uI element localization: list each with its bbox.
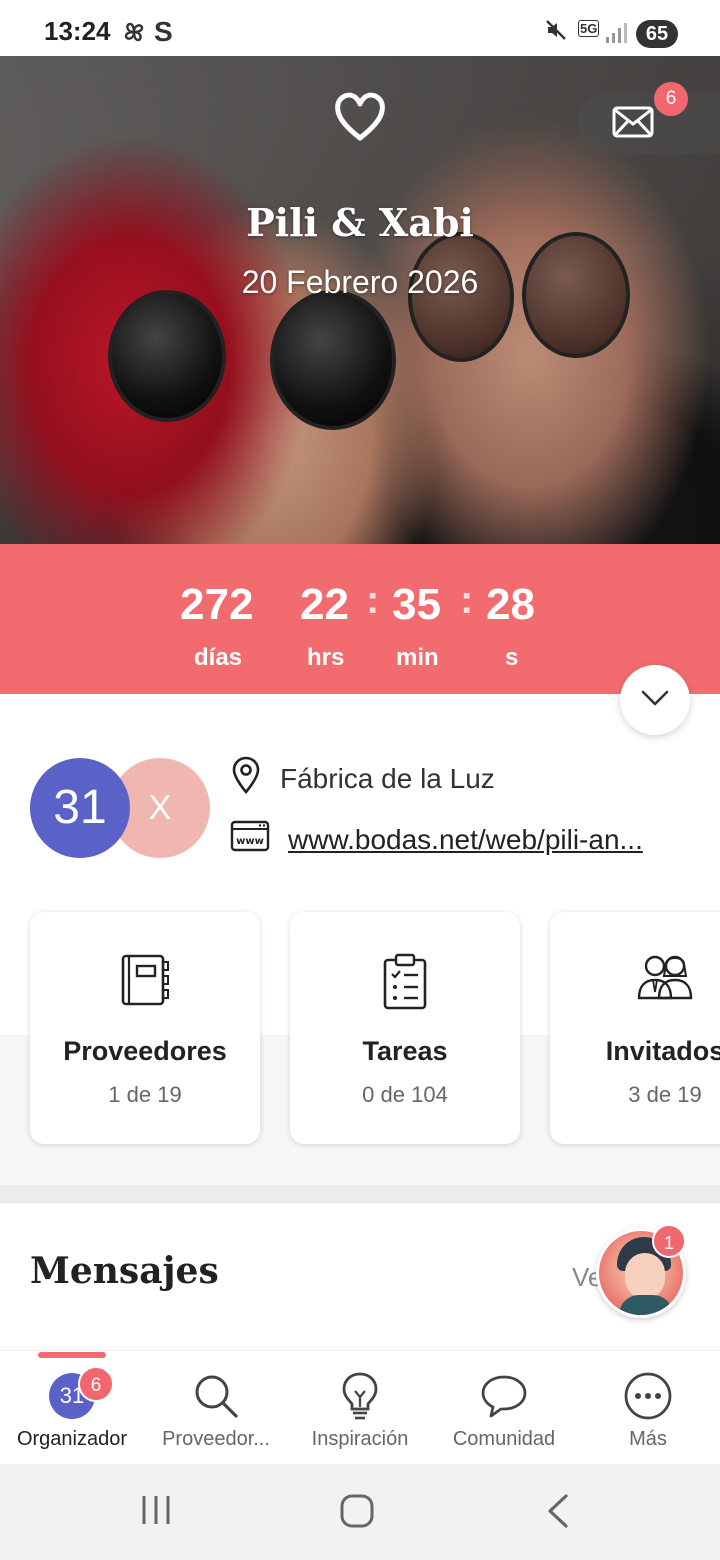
tab-label: Proveedor... <box>162 1428 270 1450</box>
battery-indicator: 65 <box>636 20 678 48</box>
organizador-badge: 6 <box>78 1366 114 1402</box>
website-link[interactable]: www.bodas.net/web/pili-an... <box>288 824 643 856</box>
messages-title: Mensajes <box>30 1250 219 1292</box>
card-progress: 3 de 19 <box>628 1082 702 1107</box>
card-proveedores[interactable]: Proveedores 1 de 19 <box>30 912 260 1144</box>
calendar-day-avatar[interactable]: 31 <box>30 758 130 858</box>
guests-icon <box>550 952 720 1000</box>
tab-label: Inspiración <box>311 1428 409 1450</box>
lightbulb-icon <box>288 1370 432 1422</box>
expand-button[interactable] <box>620 665 690 735</box>
search-icon <box>144 1370 288 1422</box>
assistant-badge: 1 <box>652 1224 686 1258</box>
tab-inspiracion[interactable]: Inspiración <box>288 1370 432 1451</box>
card-title: Proveedores <box>63 1036 227 1066</box>
recent-apps-icon[interactable] <box>138 1492 174 1533</box>
tab-comunidad[interactable]: Comunidad <box>432 1370 576 1451</box>
www-icon: www <box>230 820 270 859</box>
card-invitados[interactable]: Invitados 3 de 19 <box>550 912 720 1144</box>
countdown-days: 272 <box>180 580 254 629</box>
mute-icon <box>544 18 568 48</box>
envelope-icon <box>612 106 654 143</box>
countdown-banner: 272 22 : 35 : 28 días hrs min s <box>0 544 720 694</box>
countdown-seconds: 28 <box>486 580 535 629</box>
wedding-date: 20 Febrero 2026 <box>241 264 479 300</box>
tab-label: Más <box>629 1428 667 1450</box>
chevron-down-icon <box>640 689 670 712</box>
countdown-hours-label: hrs <box>307 644 345 671</box>
sunglasses-left-2 <box>270 290 396 430</box>
section-divider <box>0 1185 720 1203</box>
more-icon <box>576 1370 720 1422</box>
tab-organizador[interactable]: 31 6 Organizador <box>0 1366 144 1451</box>
system-navigation-bar <box>0 1464 720 1560</box>
tab-proveedores[interactable]: Proveedor... <box>144 1370 288 1451</box>
countdown-separator: : <box>460 578 474 622</box>
tab-label: Comunidad <box>452 1428 556 1450</box>
tab-mas[interactable]: Más <box>576 1370 720 1451</box>
countdown-minutes-label: min <box>396 644 439 671</box>
couple-names: Pili & Xabi <box>246 200 474 245</box>
messages-button[interactable] <box>578 92 720 154</box>
network-5g-icon: 5G <box>578 20 600 37</box>
card-tareas[interactable]: Tareas 0 de 104 <box>290 912 520 1144</box>
mail-count-badge: 6 <box>654 82 688 116</box>
back-icon[interactable] <box>542 1492 572 1535</box>
heart-logo-icon <box>332 90 388 147</box>
card-title: Tareas <box>362 1036 448 1066</box>
countdown-seconds-label: s <box>505 644 519 671</box>
tab-label: Organizador <box>16 1428 128 1450</box>
location-pin-icon <box>230 756 262 801</box>
venue-name: Fábrica de la Luz <box>280 762 495 794</box>
pinwheel-icon <box>120 18 148 52</box>
countdown-separator: : <box>366 578 380 622</box>
countdown-hours: 22 <box>300 580 349 629</box>
venue-row[interactable]: Fábrica de la Luz <box>230 756 495 801</box>
signal-icon <box>604 22 628 50</box>
countdown-minutes: 35 <box>392 580 441 629</box>
sunglasses-left <box>108 290 226 422</box>
clipboard-checklist-icon <box>290 952 520 1010</box>
active-tab-indicator <box>38 1352 106 1358</box>
avatar-face <box>625 1253 665 1299</box>
notebook-icon <box>30 952 260 1008</box>
website-row[interactable]: www www.bodas.net/web/pili-an... <box>230 820 643 859</box>
status-bar: 13:24 S 5G 65 <box>0 0 720 56</box>
avatar-body <box>619 1295 673 1315</box>
home-icon[interactable] <box>338 1492 376 1535</box>
countdown-days-label: días <box>194 644 243 671</box>
card-progress: 1 de 19 <box>108 1082 182 1107</box>
app-s-indicator: S <box>154 16 173 47</box>
card-progress: 0 de 104 <box>362 1082 448 1107</box>
clock: 13:24 <box>44 16 111 46</box>
card-title: Invitados <box>605 1036 720 1066</box>
svg-text:www: www <box>236 836 264 847</box>
chat-bubble-icon <box>432 1370 576 1422</box>
